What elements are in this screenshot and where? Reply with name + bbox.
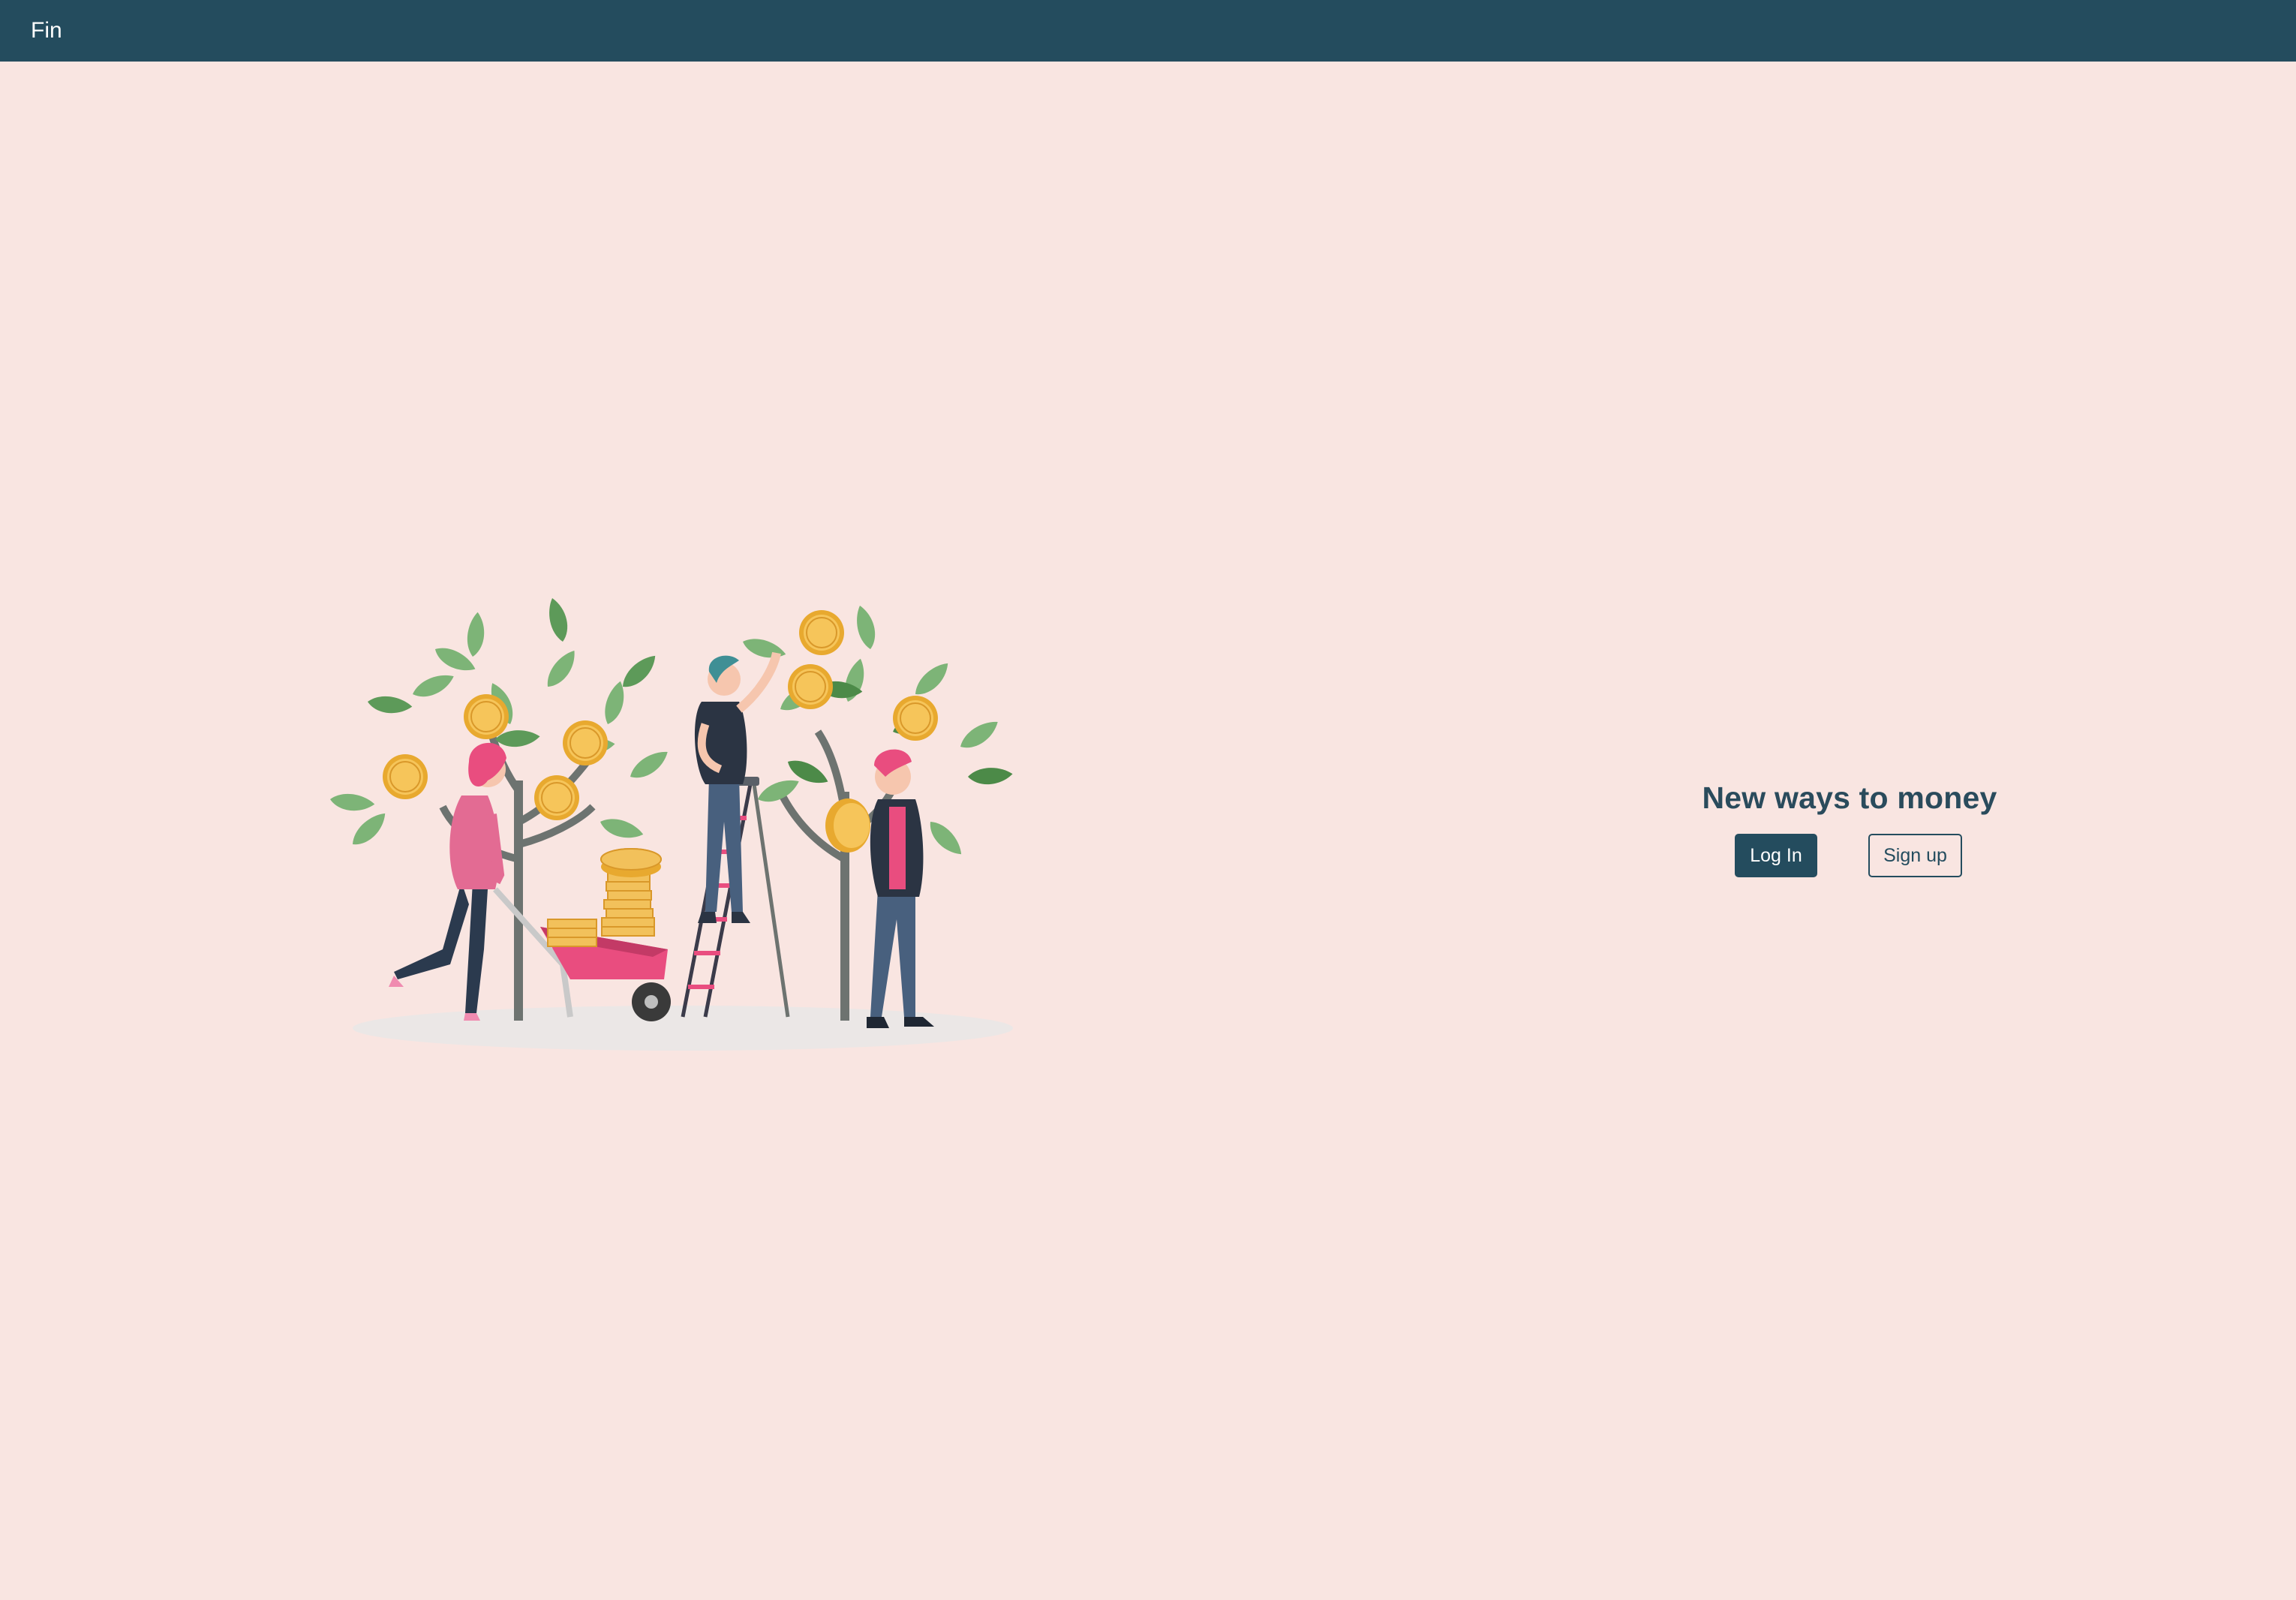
brand-link[interactable]: Fin	[31, 0, 62, 62]
man-on-ladder-figure	[694, 651, 781, 923]
top-navbar: Fin	[0, 0, 2296, 62]
signup-button[interactable]: Sign up	[1868, 834, 1962, 877]
money-tree-illustration	[323, 597, 1043, 1054]
hero-headline: New ways to money	[1702, 780, 1997, 815]
hero-cta: New ways to money Log In Sign up	[1621, 780, 2078, 879]
login-button[interactable]: Log In	[1735, 834, 1817, 877]
auth-buttons: Log In Sign up	[1621, 834, 2078, 879]
